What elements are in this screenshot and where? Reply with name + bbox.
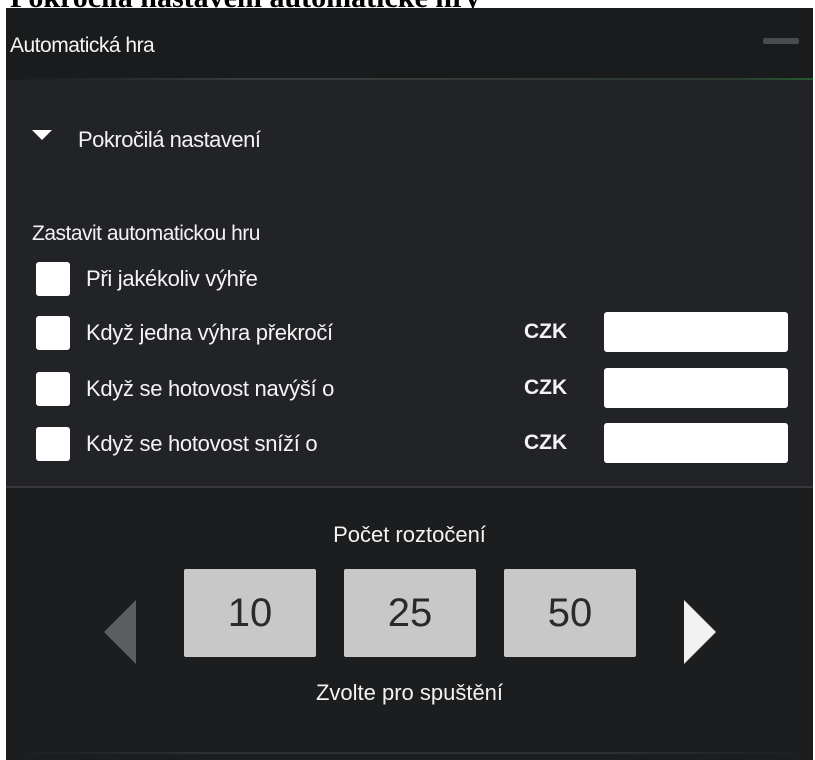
cash-increase-currency: CZK	[524, 376, 568, 399]
cash-increase-checkbox[interactable]	[36, 372, 70, 406]
single-win-label: Když jedna výhra překročí	[86, 320, 333, 345]
spin-start-hint: Zvolte pro spuštění	[315, 680, 504, 705]
panel-header: Automatická hra	[6, 8, 813, 80]
advanced-settings-label: Pokročilá nastavení	[78, 127, 261, 152]
spin-count-title: Počet roztočení	[333, 522, 486, 547]
triangle-down-icon	[32, 130, 52, 140]
arrow-right-icon[interactable]	[684, 600, 716, 664]
stop-option-any-win: Při jakékoliv výhře	[36, 260, 796, 300]
single-win-currency: CZK	[524, 320, 568, 343]
any-win-checkbox[interactable]	[36, 262, 70, 296]
cash-decrease-checkbox[interactable]	[36, 427, 70, 461]
any-win-label: Při jakékoliv výhře	[86, 266, 258, 291]
spin-count-button-10[interactable]: 10	[184, 569, 316, 657]
cash-increase-amount-input[interactable]	[604, 368, 788, 408]
cash-decrease-label: Když se hotovost sníží o	[86, 431, 318, 456]
cash-increase-label: Když se hotovost navýší o	[86, 376, 335, 401]
cash-decrease-amount-input[interactable]	[604, 423, 788, 463]
bottom-divider	[6, 752, 813, 754]
autoplay-panel: Automatická hra Pokročilá nastavení Zast…	[6, 8, 813, 760]
stop-autoplay-heading: Zastavit automatickou hru	[32, 222, 260, 245]
advanced-settings-toggle[interactable]: Pokročilá nastavení	[32, 120, 261, 160]
minimize-icon[interactable]	[763, 38, 799, 44]
arrow-left-icon[interactable]	[104, 600, 136, 664]
single-win-amount-input[interactable]	[604, 312, 788, 352]
header-divider	[6, 78, 813, 80]
spin-count-button-25[interactable]: 25	[344, 569, 476, 657]
stop-option-single-win: Když jedna výhra překročí CZK	[36, 312, 796, 354]
panel-title: Automatická hra	[10, 34, 155, 57]
single-win-checkbox[interactable]	[36, 316, 70, 350]
cash-decrease-currency: CZK	[524, 431, 568, 454]
spin-count-button-50[interactable]: 50	[504, 569, 636, 657]
stop-option-cash-decrease: Když se hotovost sníží o CZK	[36, 423, 796, 465]
stop-option-cash-increase: Když se hotovost navýší o CZK	[36, 368, 796, 410]
